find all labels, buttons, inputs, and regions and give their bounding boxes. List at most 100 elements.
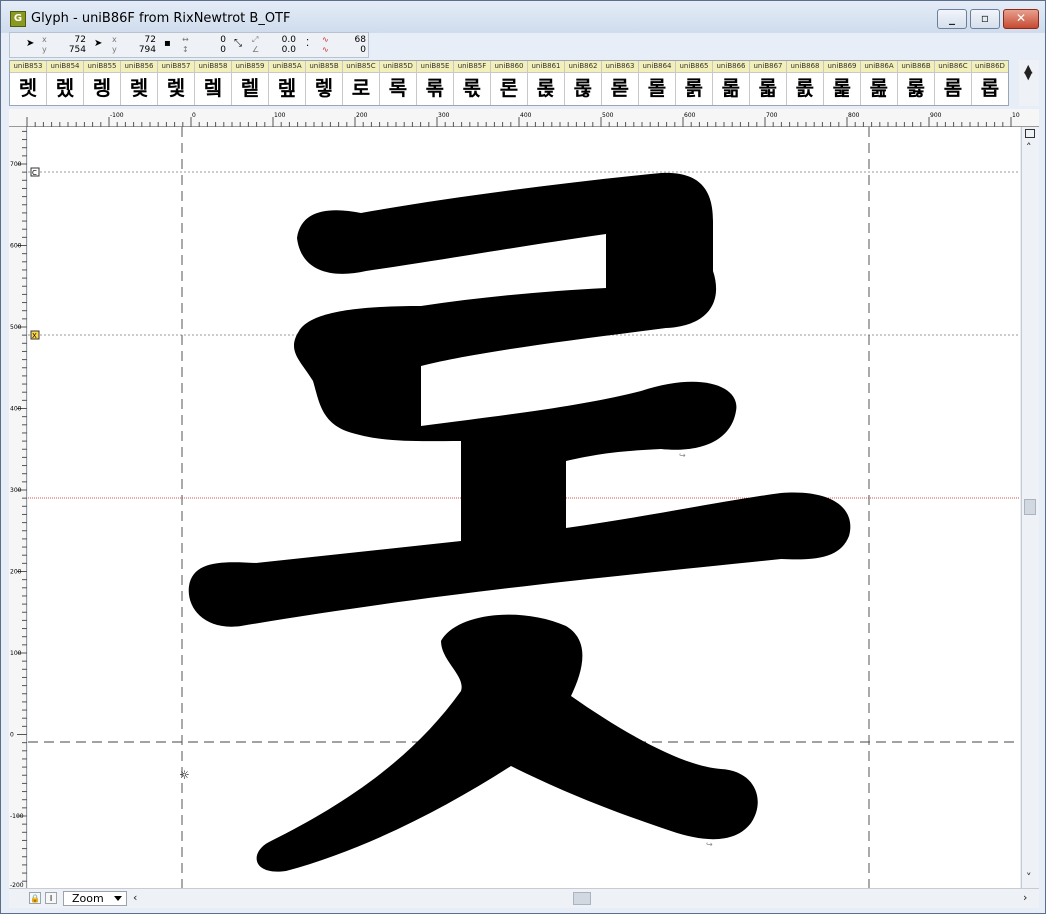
ruler-label: 700 [766,112,778,119]
glyph-strip-char: 롣 [610,76,630,100]
ruler-label: 700 [10,161,22,168]
glyph-strip-cell[interactable]: uniB86B 롫 [898,61,935,105]
glyph-strip-char: 롤 [647,76,667,100]
lock-icon[interactable]: 🔒 [29,892,41,904]
glyph-outline[interactable] [188,172,851,872]
glyph-strip-char: 록 [388,76,408,100]
glyph-strip-cell[interactable]: uniB862 롢 [565,61,602,105]
strip-scroll-down-icon[interactable]: ▼ [1024,69,1032,82]
glyph-strip-char: 롞 [425,76,445,100]
glyph-strip-char: 롩 [832,76,852,100]
close-button[interactable]: ✕ [1003,9,1039,29]
glyph-strip-name: uniB86A [861,61,897,73]
glyph-strip-char: 론 [499,76,519,100]
glyph-strip-name: uniB861 [528,61,564,73]
glyph-strip-cell[interactable]: uniB868 롨 [787,61,824,105]
glyph-strip-name: uniB869 [824,61,860,73]
ruler-label: 0 [10,732,14,739]
glyph-strip-cell[interactable]: uniB85E 롞 [417,61,454,105]
glyph-strip-name: uniB853 [10,61,46,73]
chevron-down-icon [114,896,122,901]
pointer-icon[interactable]: ➤ [26,38,34,49]
select-move-icon[interactable]: ➤ [94,38,102,49]
horizontal-scroll-thumb[interactable] [573,892,591,905]
scroll-up-icon[interactable]: ˄ [1026,141,1032,154]
glyph-strip-name: uniB857 [158,61,194,73]
panel-toggle-icon[interactable] [1025,129,1035,138]
ruler-label: 200 [10,569,22,576]
glyph-strip-char: 롦 [721,76,741,100]
glyph-strip-cell[interactable]: uniB853 렛 [10,61,47,105]
node-count-b: 0 [360,45,366,55]
nodes-icon[interactable]: ⁚ [306,38,309,49]
pointer-x: 72 [74,35,86,45]
glyph-strip-cell[interactable]: uniB856 렞 [121,61,158,105]
glyph-strip-cell[interactable]: uniB85C 로 [343,61,380,105]
ruler-label: 300 [10,487,22,494]
glyph-strip-name: uniB85C [343,61,379,73]
glyph-strip-cell[interactable]: uniB863 롣 [602,61,639,105]
minimize-button[interactable]: _ [937,9,967,29]
scroll-right-icon[interactable]: › [1023,891,1027,904]
status-bar: 🔒 I Zoom ‹ › [9,888,1039,908]
selection-y: 794 [138,45,156,55]
glyph-strip-cell[interactable]: uniB869 롩 [824,61,861,105]
glyph-strip-scroll[interactable]: ▲ ▼ [1019,60,1039,106]
glyph-strip-name: uniB86D [972,61,1008,73]
glyph-strip-name: uniB860 [491,61,527,73]
glyph-canvas[interactable]: ☼ ↪ ↪ C X [28,127,1020,889]
glyph-strip-cell[interactable]: uniB85D 록 [380,61,417,105]
glyph-strip-cell[interactable]: uniB85A 렢 [269,61,306,105]
glyph-strip-cell[interactable]: uniB865 롥 [676,61,713,105]
delta-y: 0 [220,45,226,55]
scroll-left-icon[interactable]: ‹ [133,891,137,904]
x-guide-label: X [32,332,37,340]
glyph-strip-cell[interactable]: uniB85B 렣 [306,61,343,105]
ruler-label: 0 [192,112,196,119]
glyph-strip-name: uniB865 [676,61,712,73]
ruler-label: 400 [10,406,22,413]
ruler-label: 600 [684,112,696,119]
glyph-strip-cell[interactable]: uniB855 렝 [84,61,121,105]
ruler-label: 100 [10,650,22,657]
vertical-ruler-ticks: 7006005004003002001000-100-200 [10,130,27,889]
glyph-strip-cell[interactable]: uniB854 렜 [47,61,84,105]
ruler-label: 10 [1012,112,1020,119]
glyph-strip-char: 롫 [906,76,926,100]
title-bar[interactable]: G Glyph - uniB86F from RixNewtrot B_OTF … [1,1,1045,33]
glyph-strip-name: uniB85E [417,61,453,73]
glyph-strip-cell[interactable]: uniB864 롤 [639,61,676,105]
pointer-coords: x 72 y 754 [42,35,86,55]
glyph-strip-name: uniB866 [713,61,749,73]
ruler-label: 300 [438,112,450,119]
glyph-strip-name: uniB854 [47,61,83,73]
glyph-strip-name: uniB85D [380,61,416,73]
ruler-label: 600 [10,243,22,250]
metrics-icon[interactable]: I [45,892,57,904]
maximize-button[interactable]: ▫ [970,9,1000,29]
glyph-strip-cell[interactable]: uniB86A 롪 [861,61,898,105]
vertical-scroll-thumb[interactable] [1024,499,1036,515]
window-title: Glyph - uniB86F from RixNewtrot B_OTF [31,11,291,26]
glyph-strip-cell[interactable]: uniB866 롦 [713,61,750,105]
glyph-strip-cell[interactable]: uniB867 롧 [750,61,787,105]
glyph-strip-char: 렢 [277,76,297,100]
glyph-strip-name: uniB864 [639,61,675,73]
glyph-strip-cell[interactable]: uniB859 렡 [232,61,269,105]
glyph-strip-cell[interactable]: uniB857 렟 [158,61,195,105]
vertical-scrollbar[interactable]: ˄ ˅ [1021,127,1039,889]
scroll-down-icon[interactable]: ˅ [1026,871,1032,884]
glyph-strip-cell[interactable]: uniB85F 롟 [454,61,491,105]
glyph-strip-cell[interactable]: uniB86D 롭 [972,61,1008,105]
glyph-strip-name: uniB86B [898,61,934,73]
zoom-dropdown[interactable]: Zoom [63,891,127,906]
angle-icon[interactable]: ⤡ [234,38,242,49]
glyph-editor-svg[interactable]: ☼ ↪ ↪ C X [28,127,1020,889]
glyph-strip-char: 렛 [18,76,38,100]
glyph-strip-cell[interactable]: uniB86C 롬 [935,61,972,105]
measure-icon[interactable]: ▪ [164,38,171,49]
glyph-strip-cell[interactable]: uniB858 렠 [195,61,232,105]
transform-b: 0.0 [281,45,296,55]
glyph-strip-cell[interactable]: uniB861 롡 [528,61,565,105]
glyph-strip-cell[interactable]: uniB860 론 [491,61,528,105]
